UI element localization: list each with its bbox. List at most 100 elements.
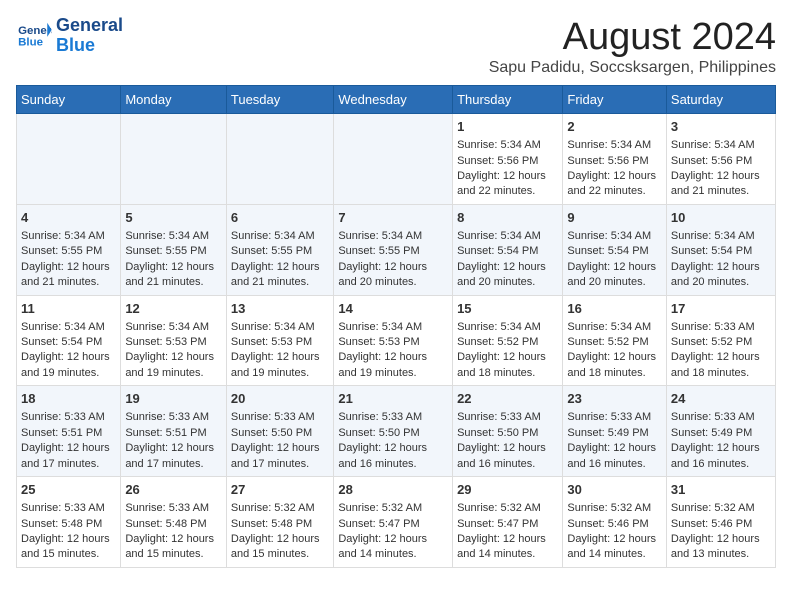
sunrise-text: Sunrise: 5:32 AM bbox=[567, 502, 651, 514]
daylight-text: Daylight: 12 hours and 14 minutes. bbox=[567, 533, 656, 560]
daylight-text: Daylight: 12 hours and 17 minutes. bbox=[231, 442, 320, 469]
daylight-text: Daylight: 12 hours and 14 minutes. bbox=[457, 533, 546, 560]
title-section: August 2024 Sapu Padidu, Soccsksargen, P… bbox=[489, 16, 776, 77]
sunset-text: Sunset: 5:50 PM bbox=[338, 427, 419, 439]
svg-text:General: General bbox=[18, 25, 52, 37]
calendar-cell: 31Sunrise: 5:32 AMSunset: 5:46 PMDayligh… bbox=[666, 477, 775, 568]
sunset-text: Sunset: 5:56 PM bbox=[567, 155, 648, 167]
calendar-cell: 6 Sunrise: 5:34 AM Sunset: 5:55 PM Daylight… bbox=[226, 204, 333, 295]
daylight-text: Daylight: 12 hours and 15 minutes. bbox=[231, 533, 320, 560]
daylight-text: Daylight: 12 hours and 18 minutes. bbox=[567, 351, 656, 378]
calendar-cell bbox=[121, 114, 227, 205]
sunrise-text: Sunrise: 5:34 AM bbox=[125, 230, 209, 242]
calendar-cell: 10Sunrise: 5:34 AMSunset: 5:54 PMDayligh… bbox=[666, 204, 775, 295]
daylight-text: Daylight: 12 hours and 21 minutes. bbox=[125, 261, 214, 288]
day-number: 10 bbox=[671, 209, 771, 227]
calendar-cell: 9 Sunrise: 5:34 AM Sunset: 5:54 PM Daylight… bbox=[563, 204, 667, 295]
day-number: 4 bbox=[21, 209, 116, 227]
sunset-text: Sunset: 5:51 PM bbox=[125, 427, 206, 439]
sunrise-text: Sunrise: 5:32 AM bbox=[231, 502, 315, 514]
day-number: 27 bbox=[231, 481, 329, 499]
calendar-cell: 16Sunrise: 5:34 AMSunset: 5:52 PMDayligh… bbox=[563, 295, 667, 386]
calendar-week-row: 25Sunrise: 5:33 AMSunset: 5:48 PMDayligh… bbox=[17, 477, 776, 568]
weekday-header: Friday bbox=[563, 86, 667, 114]
calendar-cell: 22Sunrise: 5:33 AMSunset: 5:50 PMDayligh… bbox=[453, 386, 563, 477]
daylight-text: Daylight: 12 hours and 20 minutes. bbox=[457, 261, 546, 288]
calendar-cell: 25Sunrise: 5:33 AMSunset: 5:48 PMDayligh… bbox=[17, 477, 121, 568]
month-year: August 2024 bbox=[489, 16, 776, 59]
daylight-text: Daylight: 12 hours and 17 minutes. bbox=[21, 442, 110, 469]
weekday-header: Tuesday bbox=[226, 86, 333, 114]
sunrise-text: Sunrise: 5:33 AM bbox=[567, 411, 651, 423]
day-number: 22 bbox=[457, 390, 558, 408]
sunset-text: Sunset: 5:51 PM bbox=[21, 427, 102, 439]
calendar-cell: 8Sunrise: 5:34 AMSunset: 5:54 PMDaylight… bbox=[453, 204, 563, 295]
day-number: 14 bbox=[338, 300, 448, 318]
calendar-cell: 30Sunrise: 5:32 AMSunset: 5:46 PMDayligh… bbox=[563, 477, 667, 568]
day-number: 24 bbox=[671, 390, 771, 408]
sunrise-text: Sunrise: 5:33 AM bbox=[125, 411, 209, 423]
calendar-cell: 3Sunrise: 5:34 AMSunset: 5:56 PMDaylight… bbox=[666, 114, 775, 205]
daylight-text: Daylight: 12 hours and 18 minutes. bbox=[457, 351, 546, 378]
calendar-cell: 12Sunrise: 5:34 AMSunset: 5:53 PMDayligh… bbox=[121, 295, 227, 386]
sunset-text: Sunset: 5:55 PM bbox=[125, 245, 206, 257]
daylight-text: Daylight: 12 hours and 16 minutes. bbox=[457, 442, 546, 469]
sunrise-text: Sunrise: 5:34 AM bbox=[231, 230, 315, 242]
daylight-text: Daylight: 12 hours and 20 minutes. bbox=[671, 261, 760, 288]
calendar-cell bbox=[226, 114, 333, 205]
daylight-text: Daylight: 12 hours and 15 minutes. bbox=[125, 533, 214, 560]
calendar-cell: 7Sunrise: 5:34 AMSunset: 5:55 PMDaylight… bbox=[334, 204, 453, 295]
weekday-header: Sunday bbox=[17, 86, 121, 114]
sunset-text: Sunset: 5:53 PM bbox=[231, 336, 312, 348]
sunrise-text: Sunrise: 5:33 AM bbox=[21, 411, 105, 423]
sunset-text: Sunset: 5:48 PM bbox=[21, 518, 102, 530]
sunrise-text: Sunrise: 5:34 AM bbox=[671, 230, 755, 242]
day-number: 2 bbox=[567, 118, 662, 136]
day-number: 30 bbox=[567, 481, 662, 499]
location: Sapu Padidu, Soccsksargen, Philippines bbox=[489, 59, 776, 77]
day-number: 8 bbox=[457, 209, 558, 227]
page-header: General Blue General Blue August 2024 Sa… bbox=[16, 16, 776, 77]
calendar-cell bbox=[17, 114, 121, 205]
sunset-text: Sunset: 5:50 PM bbox=[231, 427, 312, 439]
day-number: 9 bbox=[567, 209, 662, 227]
sunrise-text: Sunrise: 5:34 AM bbox=[125, 321, 209, 333]
sunrise-text: Sunrise: 5:32 AM bbox=[671, 502, 755, 514]
calendar-week-row: 18 Sunrise: 5:33 AM Sunset: 5:51 PM Dayligh… bbox=[17, 386, 776, 477]
calendar-cell: 13Sunrise: 5:34 AMSunset: 5:53 PMDayligh… bbox=[226, 295, 333, 386]
sunrise-text: Sunrise: 5:34 AM bbox=[567, 139, 651, 151]
calendar-cell: 17Sunrise: 5:33 AMSunset: 5:52 PMDayligh… bbox=[666, 295, 775, 386]
calendar-cell: 23Sunrise: 5:33 AMSunset: 5:49 PMDayligh… bbox=[563, 386, 667, 477]
calendar-cell: 1Sunrise: 5:34 AMSunset: 5:56 PMDaylight… bbox=[453, 114, 563, 205]
day-number: 13 bbox=[231, 300, 329, 318]
sunrise-text: Sunrise: 5:34 AM bbox=[567, 230, 651, 242]
daylight-text: Daylight: 12 hours and 21 minutes. bbox=[231, 261, 320, 288]
day-number: 19 bbox=[125, 390, 222, 408]
daylight-text: Daylight: 12 hours and 14 minutes. bbox=[338, 533, 427, 560]
day-number: 31 bbox=[671, 481, 771, 499]
sunset-text: Sunset: 5:54 PM bbox=[567, 245, 648, 257]
sunrise-text: Sunrise: 5:34 AM bbox=[21, 321, 105, 333]
day-number: 11 bbox=[21, 300, 116, 318]
day-number: 6 bbox=[231, 209, 329, 227]
weekday-header: Wednesday bbox=[334, 86, 453, 114]
day-number: 18 bbox=[21, 390, 116, 408]
calendar-cell: 29Sunrise: 5:32 AMSunset: 5:47 PMDayligh… bbox=[453, 477, 563, 568]
sunset-text: Sunset: 5:55 PM bbox=[338, 245, 419, 257]
calendar-cell: 27Sunrise: 5:32 AMSunset: 5:48 PMDayligh… bbox=[226, 477, 333, 568]
daylight-text: Daylight: 12 hours and 13 minutes. bbox=[671, 533, 760, 560]
sunset-text: Sunset: 5:55 PM bbox=[231, 245, 312, 257]
calendar-cell: 14Sunrise: 5:34 AMSunset: 5:53 PMDayligh… bbox=[334, 295, 453, 386]
sunrise-text: Sunrise: 5:33 AM bbox=[231, 411, 315, 423]
sunrise-text: Sunrise: 5:32 AM bbox=[338, 502, 422, 514]
sunrise-text: Sunrise: 5:34 AM bbox=[338, 321, 422, 333]
daylight-text: Daylight: 12 hours and 22 minutes. bbox=[457, 170, 546, 197]
sunset-text: Sunset: 5:53 PM bbox=[338, 336, 419, 348]
daylight-text: Daylight: 12 hours and 20 minutes. bbox=[567, 261, 656, 288]
calendar-cell: 4Sunrise: 5:34 AMSunset: 5:55 PMDaylight… bbox=[17, 204, 121, 295]
sunrise-text: Sunrise: 5:33 AM bbox=[671, 411, 755, 423]
calendar-cell: 15Sunrise: 5:34 AMSunset: 5:52 PMDayligh… bbox=[453, 295, 563, 386]
sunset-text: Sunset: 5:47 PM bbox=[457, 518, 538, 530]
day-number: 23 bbox=[567, 390, 662, 408]
sunset-text: Sunset: 5:56 PM bbox=[671, 155, 752, 167]
